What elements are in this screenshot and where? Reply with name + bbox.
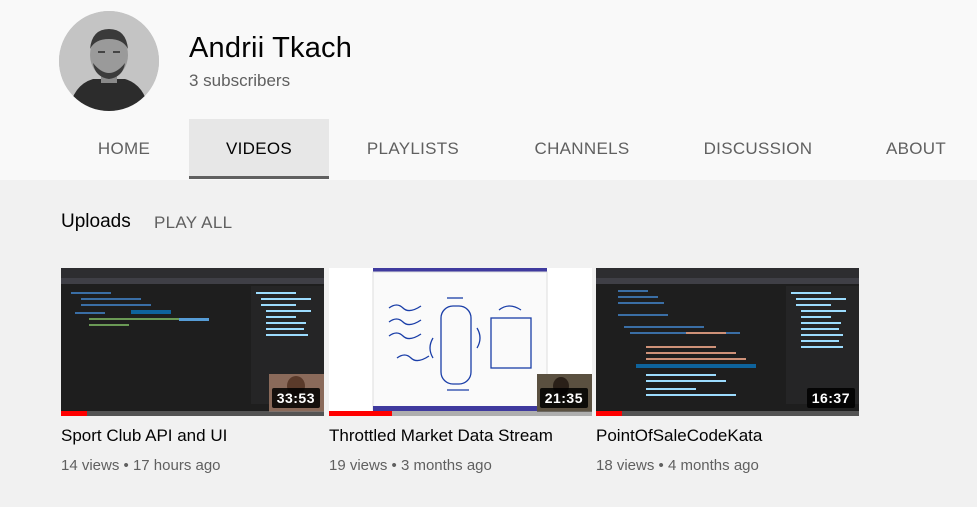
video-title[interactable]: PointOfSaleCodeKata [596,426,762,446]
progress-track [61,411,324,416]
video-title[interactable]: Throttled Market Data Stream [329,426,553,446]
tab-channels[interactable]: CHANNELS [518,119,646,179]
video-card[interactable]: 21:35 Throttled Market Data Stream 19 vi… [329,268,592,474]
video-thumbnail[interactable]: 16:37 [596,268,859,416]
tab-videos[interactable]: VIDEOS [189,119,329,179]
video-thumbnail[interactable]: 33:53 [61,268,324,416]
video-card[interactable]: 16:37 PointOfSaleCodeKata 18 views • 4 m… [596,268,859,474]
watch-progress-bar [329,411,393,416]
uploads-heading: Uploads [61,211,131,232]
video-views: 14 views [61,457,120,474]
video-meta: 18 views • 4 months ago [596,457,759,474]
watch-progress-bar [61,411,88,416]
video-views: 19 views [329,457,388,474]
video-duration: 16:37 [806,388,855,408]
video-age: 4 months ago [667,457,759,474]
video-duration: 33:53 [271,388,320,408]
video-views: 18 views [596,457,655,474]
channel-avatar[interactable] [59,11,159,111]
tab-home[interactable]: HOME [80,119,168,179]
video-duration: 21:35 [539,388,588,408]
video-thumbnail[interactable]: 21:35 [329,268,592,416]
channel-name: Andrii Tkach [189,32,353,64]
watch-progress-bar [596,411,623,416]
progress-track [596,411,859,416]
video-card[interactable]: 33:53 Sport Club API and UI 14 views • 1… [61,268,324,474]
person-avatar-icon [59,11,159,111]
tab-discussion[interactable]: DISCUSSION [688,119,828,179]
subscriber-count: 3 subscribers [189,71,291,90]
video-title[interactable]: Sport Club API and UI [61,426,227,446]
video-age: 17 hours ago [132,457,221,474]
video-age: 3 months ago [400,457,492,474]
video-meta: 14 views • 17 hours ago [61,457,221,474]
tab-about[interactable]: ABOUT [870,119,962,179]
video-meta: 19 views • 3 months ago [329,457,492,474]
play-all-button[interactable]: PLAY ALL [154,213,232,233]
tab-playlists[interactable]: PLAYLISTS [350,119,476,179]
channel-tabs: HOME VIDEOS PLAYLISTS CHANNELS DISCUSSIO… [0,119,977,179]
channel-header: Andrii Tkach 3 subscribers HOME VIDEOS P… [0,0,977,180]
